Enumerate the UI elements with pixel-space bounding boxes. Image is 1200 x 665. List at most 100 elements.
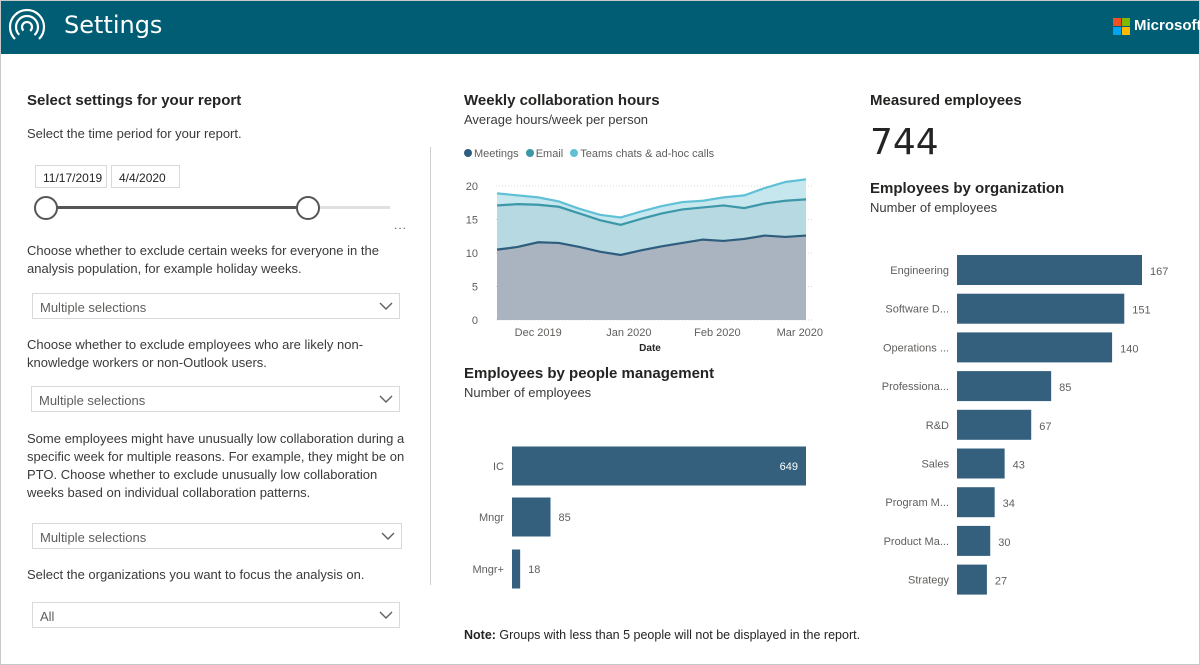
y-tick-label: 5 (472, 282, 478, 294)
dropdown-value: Multiple selections (40, 300, 147, 315)
measured-employees-value: 744 (870, 122, 939, 163)
data-label: 151 (1132, 305, 1150, 317)
people-mgmt-chart-subtitle: Number of employees (464, 385, 592, 400)
date-slider-end-handle[interactable] (296, 196, 320, 220)
chevron-down-icon (379, 395, 393, 403)
bar-engineering (957, 255, 1142, 285)
legend-item-meetings[interactable]: Meetings (464, 148, 519, 160)
y-tick-label: 10 (466, 248, 478, 260)
category-label: Product Ma... (884, 536, 949, 548)
weekly-chart-title: Weekly collaboration hours (464, 92, 660, 109)
weekly-collaboration-chart[interactable]: 0 5 10 15 20 Dec 2019 Jan 2020 Feb 2020 Mar 2020… (440, 170, 830, 360)
weekly-chart-legend: Meetings Email Teams chats & ad-hoc call… (464, 148, 718, 160)
footnote: Note: Groups with less than 5 people wil… (464, 628, 860, 642)
bar-professiona (957, 371, 1052, 402)
org-chart-title: Employees by organization (870, 180, 1065, 197)
measured-employees-title: Measured employees (870, 92, 1022, 109)
y-tick-label: 20 (466, 181, 478, 193)
data-label: 18 (528, 564, 540, 576)
start-date-input[interactable]: 11/17/2019 (35, 165, 107, 188)
more-options-icon[interactable]: ... (394, 218, 407, 232)
legend-dot (570, 149, 579, 157)
note-text: Groups with less than 5 people will not … (495, 628, 861, 642)
category-label: IC (493, 461, 504, 473)
data-label: 167 (1150, 266, 1168, 278)
org-chart-subtitle: Number of employees (870, 200, 998, 215)
date-slider-range (45, 206, 308, 209)
note-label: Note: (464, 628, 496, 642)
bar-rd (957, 409, 1032, 440)
data-label: 67 (1039, 421, 1051, 433)
category-label: Mngr+ (473, 564, 505, 576)
employees-by-organization-chart[interactable]: Engineering 167 Software D... 151 Operations… (860, 245, 1190, 605)
chevron-down-icon (381, 532, 395, 540)
x-tick-label: Feb 2020 (694, 327, 740, 339)
settings-heading: Select settings for your report (27, 92, 242, 109)
category-label: R&D (926, 420, 949, 432)
bar-mngr (512, 497, 551, 537)
viva-insights-logo-icon (8, 8, 46, 46)
legend-dot (525, 149, 534, 157)
dropdown-value: Multiple selections (40, 530, 147, 545)
people-management-chart[interactable]: IC 649 Mngr 85 Mngr+ 18 (440, 430, 840, 600)
page-title: Settings (64, 11, 163, 39)
exclude-employees-prompt: Choose whether to exclude employees who … (27, 337, 364, 370)
category-label: Strategy (908, 575, 949, 587)
organizations-prompt: Select the organizations you want to foc… (27, 567, 365, 582)
data-label: 34 (1003, 498, 1015, 510)
data-label: 85 (559, 512, 571, 524)
dropdown-value: Multiple selections (39, 393, 146, 408)
legend-item-teams[interactable]: Teams chats & ad-hoc calls (570, 148, 714, 160)
legend-label: Email (535, 148, 564, 160)
legend-label: Teams chats & ad-hoc calls (580, 148, 715, 160)
people-mgmt-chart-title: Employees by people management (464, 365, 715, 382)
bar-ic (512, 446, 806, 486)
data-label: 30 (998, 537, 1010, 549)
dropdown-value: All (40, 609, 55, 624)
low-collaboration-dropdown[interactable]: Multiple selections (32, 523, 402, 549)
organizations-dropdown[interactable]: All (32, 602, 400, 628)
chevron-down-icon (379, 302, 393, 310)
date-slider-start-handle[interactable] (34, 196, 58, 220)
data-label: 85 (1059, 382, 1071, 394)
legend-dot (464, 149, 472, 157)
category-label: Operations ... (883, 342, 949, 354)
x-tick-label: Dec 2019 (515, 327, 562, 339)
category-label: Program M... (885, 497, 949, 509)
chevron-down-icon (379, 611, 393, 619)
column-divider (430, 147, 431, 585)
data-label: 43 (1013, 460, 1025, 472)
bar-strategy (957, 564, 987, 595)
legend-item-email[interactable]: Email (525, 148, 564, 160)
category-label: Software D... (885, 304, 949, 316)
bar-sales (957, 448, 1005, 479)
category-label: Engineering (890, 265, 949, 277)
category-label: Mngr (479, 512, 504, 524)
x-tick-label: Jan 2020 (606, 327, 651, 339)
y-tick-label: 0 (472, 315, 478, 327)
low-collaboration-prompt: Some employees might have unusually low … (27, 431, 405, 500)
time-period-prompt: Select the time period for your report. (27, 126, 242, 141)
data-label: 649 (780, 461, 798, 473)
end-date-input[interactable]: 4/4/2020 (111, 165, 180, 188)
bar-mngr (512, 549, 521, 589)
x-axis-title: Date (639, 343, 661, 354)
exclude-weeks-prompt: Choose whether to exclude certain weeks … (27, 243, 379, 276)
microsoft-logo-icon (1113, 18, 1130, 35)
header-bar: Settings Microsoft (1, 1, 1200, 54)
exclude-weeks-dropdown[interactable]: Multiple selections (32, 293, 400, 319)
category-label: Sales (921, 459, 949, 471)
data-label: 140 (1120, 343, 1138, 355)
bar-productma (957, 525, 991, 556)
x-tick-label: Mar 2020 (777, 327, 823, 339)
bar-softwared (957, 293, 1125, 324)
category-label: Professiona... (882, 381, 949, 393)
y-tick-label: 15 (466, 215, 478, 227)
data-label: 27 (995, 576, 1007, 588)
bar-programm (957, 487, 995, 518)
exclude-employees-dropdown[interactable]: Multiple selections (31, 386, 400, 412)
weekly-chart-subtitle: Average hours/week per person (464, 112, 649, 127)
legend-label: Meetings (474, 148, 519, 160)
brand-name: Microsoft (1134, 17, 1200, 34)
bar-operations (957, 332, 1113, 363)
